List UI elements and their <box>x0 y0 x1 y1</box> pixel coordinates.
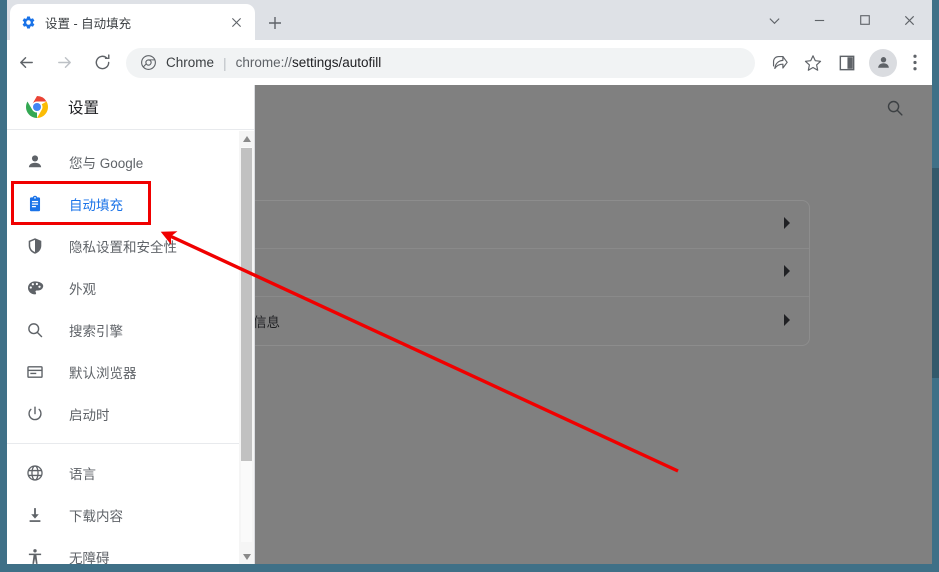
omnibox-url: chrome://settings/autofill <box>236 55 382 70</box>
tab-title: 设置 - 自动填充 <box>45 16 132 31</box>
browser-tab[interactable]: 设置 - 自动填充 <box>10 4 255 40</box>
tab-strip: 设置 - 自动填充 <box>0 0 939 40</box>
shield-icon <box>25 236 45 256</box>
sidebar-item-languages[interactable]: 语言 <box>0 452 240 494</box>
window-frame-bottom <box>0 564 939 572</box>
sidebar-divider <box>0 443 240 444</box>
profile-avatar[interactable] <box>869 48 897 77</box>
close-window-button[interactable] <box>887 0 932 40</box>
browser-window: 设置 - 自动填充 Chrome | chrome://settings/aut… <box>0 0 939 572</box>
window-controls <box>752 0 932 40</box>
reload-button[interactable] <box>86 47 118 79</box>
sidebar-item-label: 您与 Google <box>69 156 144 171</box>
forward-button[interactable] <box>48 47 80 79</box>
settings-menu-list: 您与 Google 自动填充 隐私设置和安全性 外观 搜索引擎 默认浏览器 启动… <box>0 131 240 564</box>
chrome-logo-icon <box>140 54 157 71</box>
omnibox-url-highlight: settings/autofill <box>291 55 382 70</box>
card-row-label: 信息 <box>255 315 280 330</box>
card-row[interactable] <box>255 249 809 297</box>
sidebar-item-label: 下载内容 <box>69 509 123 524</box>
autofill-card: 信息 <box>255 200 810 346</box>
download-icon <box>25 505 45 525</box>
three-dot-menu-icon[interactable] <box>901 47 929 79</box>
sidebar-item-you-and-google[interactable]: 您与 Google <box>0 141 240 183</box>
settings-gear-icon <box>20 14 36 30</box>
omnibox-scheme-label: Chrome <box>166 55 215 70</box>
chevron-right-icon <box>783 265 791 280</box>
chrome-logo-icon <box>25 95 49 119</box>
window-frame-right-shadow <box>932 168 939 378</box>
tab-search-button[interactable] <box>752 0 797 40</box>
search-icon[interactable] <box>884 97 906 119</box>
card-row[interactable]: 信息 <box>255 297 809 345</box>
settings-header: 设置 <box>0 85 254 130</box>
share-icon[interactable] <box>763 47 795 79</box>
page-content: 信息 设置 您与 Google 自动填充 隐私设置和安全性 外观 搜索引擎 默认… <box>0 85 939 564</box>
browser-window-icon <box>25 362 45 382</box>
sidebar-item-default-browser[interactable]: 默认浏览器 <box>0 351 240 393</box>
maximize-button[interactable] <box>842 0 887 40</box>
browser-toolbar: Chrome | chrome://settings/autofill <box>0 40 939 85</box>
sidebar-item-label: 隐私设置和安全性 <box>69 240 177 255</box>
sidebar-item-on-startup[interactable]: 启动时 <box>0 393 240 435</box>
new-tab-button[interactable] <box>262 10 288 36</box>
sidebar-item-label: 无障碍 <box>69 551 110 564</box>
sidebar-item-label: 默认浏览器 <box>69 366 137 381</box>
sidebar-scrollbar[interactable] <box>239 131 254 564</box>
menu-spacer <box>0 131 240 141</box>
chevron-right-icon <box>783 313 791 329</box>
omnibox-url-prefix: chrome:// <box>235 55 292 70</box>
back-button[interactable] <box>10 47 42 79</box>
sidebar-item-appearance[interactable]: 外观 <box>0 267 240 309</box>
minimize-button[interactable] <box>797 0 842 40</box>
side-panel-icon[interactable] <box>831 47 863 79</box>
accessibility-icon <box>25 547 45 564</box>
search-icon <box>25 320 45 340</box>
sidebar-item-label: 搜索引擎 <box>69 324 123 339</box>
sidebar-item-label: 语言 <box>69 467 96 482</box>
scroll-down-arrow-icon[interactable] <box>239 549 254 564</box>
globe-icon <box>25 463 45 483</box>
sidebar-item-downloads[interactable]: 下载内容 <box>0 494 240 536</box>
toolbar-right-actions <box>761 47 939 79</box>
window-frame-left <box>0 0 7 572</box>
chevron-right-icon <box>783 217 791 232</box>
tab-close-icon[interactable] <box>227 13 245 31</box>
card-row[interactable] <box>255 201 809 249</box>
sidebar-item-accessibility[interactable]: 无障碍 <box>0 536 240 564</box>
palette-icon <box>25 278 45 298</box>
sidebar-item-label: 启动时 <box>69 408 110 423</box>
person-icon <box>25 152 45 172</box>
scrollbar-thumb[interactable] <box>241 148 252 461</box>
omnibox-separator: | <box>223 54 227 71</box>
clipboard-icon <box>25 194 45 214</box>
sidebar-item-label: 外观 <box>69 282 96 297</box>
address-bar[interactable]: Chrome | chrome://settings/autofill <box>126 47 755 78</box>
sidebar-item-autofill[interactable]: 自动填充 <box>0 183 240 225</box>
sidebar-item-label: 自动填充 <box>69 198 123 213</box>
settings-title: 设置 <box>68 100 100 117</box>
power-icon <box>25 404 45 424</box>
sidebar-item-privacy-security[interactable]: 隐私设置和安全性 <box>0 225 240 267</box>
settings-sidebar: 设置 您与 Google 自动填充 隐私设置和安全性 外观 搜索引擎 默认浏览器… <box>0 85 255 564</box>
scroll-up-arrow-icon[interactable] <box>239 131 254 146</box>
settings-main-content: 信息 <box>255 85 939 564</box>
star-icon[interactable] <box>797 47 829 79</box>
sidebar-item-search-engine[interactable]: 搜索引擎 <box>0 309 240 351</box>
